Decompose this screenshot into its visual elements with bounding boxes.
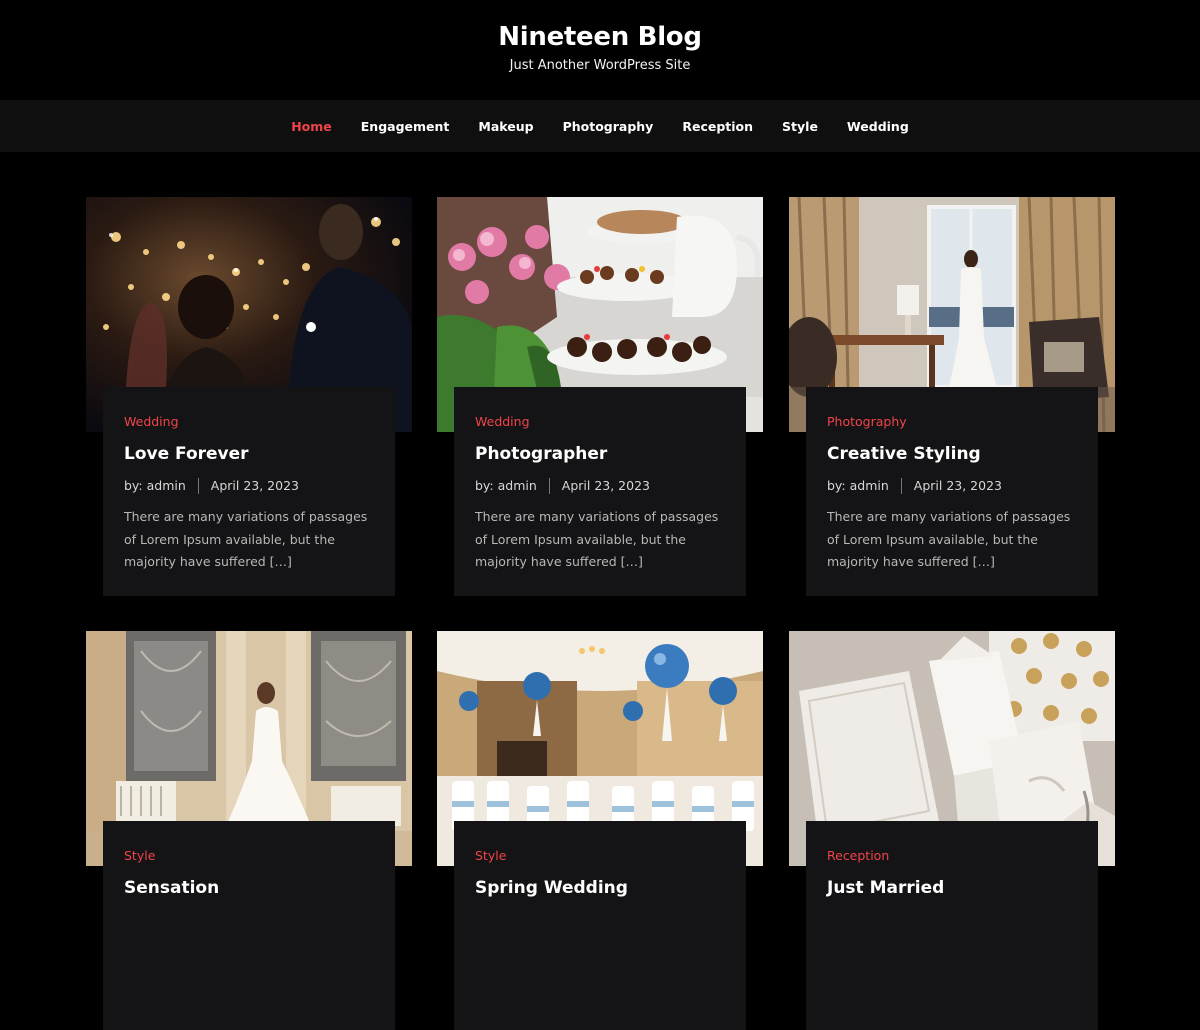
post-excerpt: There are many variations of passages of… — [124, 509, 368, 569]
post-title[interactable]: Spring Wedding — [475, 876, 628, 900]
post-title[interactable]: Just Married — [827, 876, 944, 900]
nav-item-makeup[interactable]: Makeup — [478, 119, 533, 134]
meta-divider — [900, 478, 902, 494]
nav-item-style[interactable]: Style — [782, 119, 818, 134]
post-title[interactable]: Photographer — [475, 442, 607, 466]
post-card-body: Wedding Photographer by: admin April 23,… — [454, 387, 746, 596]
post-card-body: Reception Just Married — [806, 821, 1098, 1030]
post-title[interactable]: Love Forever — [124, 442, 249, 466]
post-title[interactable]: Creative Styling — [827, 442, 981, 466]
post-excerpt: There are many variations of passages of… — [475, 509, 719, 569]
post-category[interactable]: Wedding — [124, 412, 179, 432]
post-category[interactable]: Style — [124, 846, 155, 866]
post-author[interactable]: by: admin — [827, 476, 889, 496]
main-navigation: Home Engagement Makeup Photography Recep… — [0, 100, 1200, 152]
post-card-body: Style Spring Wedding — [454, 821, 746, 1030]
post-category[interactable]: Reception — [827, 846, 889, 866]
nav-item-engagement[interactable]: Engagement — [361, 119, 450, 134]
post-meta: by: admin April 23, 2023 — [124, 476, 374, 496]
post-category[interactable]: Photography — [827, 412, 907, 432]
site-tagline: Just Another WordPress Site — [509, 58, 691, 73]
site-header: Nineteen Blog Just Another WordPress Sit… — [0, 0, 1200, 100]
post-card-body: Style Sensation — [103, 821, 395, 1030]
post-card-body: Wedding Love Forever by: admin April 23,… — [103, 387, 395, 596]
nav-item-home[interactable]: Home — [291, 119, 332, 134]
meta-divider — [548, 478, 550, 494]
site-title[interactable]: Nineteen Blog — [498, 20, 702, 54]
post-meta: by: admin April 23, 2023 — [475, 476, 725, 496]
nav-item-photography[interactable]: Photography — [563, 119, 654, 134]
post-card-body: Photography Creative Styling by: admin A… — [806, 387, 1098, 596]
post-category[interactable]: Wedding — [475, 412, 530, 432]
nav-item-wedding[interactable]: Wedding — [847, 119, 909, 134]
meta-divider — [197, 478, 199, 494]
post-date[interactable]: April 23, 2023 — [562, 476, 650, 496]
post-author[interactable]: by: admin — [475, 476, 537, 496]
post-meta: by: admin April 23, 2023 — [827, 476, 1077, 496]
post-author[interactable]: by: admin — [124, 476, 186, 496]
post-date[interactable]: April 23, 2023 — [211, 476, 299, 496]
nav-item-reception[interactable]: Reception — [682, 119, 753, 134]
post-date[interactable]: April 23, 2023 — [914, 476, 1002, 496]
post-title[interactable]: Sensation — [124, 876, 219, 900]
post-category[interactable]: Style — [475, 846, 506, 866]
post-excerpt: There are many variations of passages of… — [827, 509, 1071, 569]
